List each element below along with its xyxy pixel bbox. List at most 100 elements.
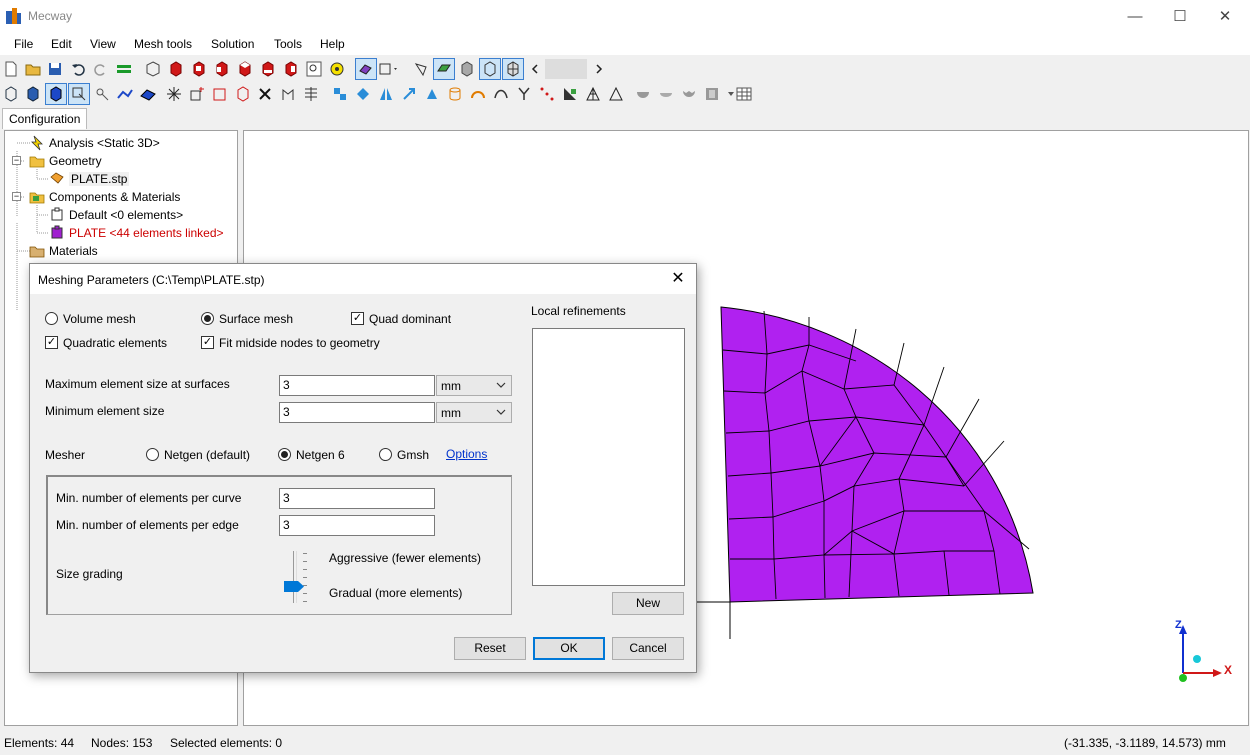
volume-mesh-radio[interactable] [45, 312, 58, 325]
reset-button[interactable]: Reset [454, 637, 526, 660]
tree-item-materials[interactable]: Materials [29, 242, 98, 260]
rotate-view-icon[interactable] [410, 58, 432, 80]
triangle-icon[interactable] [605, 83, 627, 105]
redo-icon[interactable] [90, 58, 112, 80]
menu-solution[interactable]: Solution [211, 37, 254, 51]
refine-icon[interactable] [300, 83, 322, 105]
toolbar-scroll-thumb[interactable] [545, 59, 587, 79]
ok-button[interactable]: OK [533, 637, 605, 660]
surface-mesh-label[interactable]: Surface mesh [219, 312, 293, 326]
menu-edit[interactable]: Edit [51, 37, 72, 51]
mesh-cube-icon[interactable] [502, 58, 524, 80]
tree-item-components[interactable]: Components & Materials [29, 188, 180, 206]
split-icon[interactable] [277, 83, 299, 105]
min-size-unit-select[interactable]: mm [436, 402, 512, 423]
zoom-fit-icon[interactable] [326, 58, 348, 80]
menu-file[interactable]: File [14, 37, 33, 51]
quadratic-elements-checkbox[interactable]: ✓ [45, 336, 58, 349]
branch-icon[interactable] [513, 83, 535, 105]
mesher-netgen6-radio[interactable] [278, 448, 291, 461]
red-cube-top-icon[interactable] [234, 58, 256, 80]
fit-midside-label[interactable]: Fit midside nodes to geometry [219, 336, 380, 350]
equals-icon[interactable] [113, 58, 135, 80]
mesher-netgen-radio[interactable] [146, 448, 159, 461]
size-grading-track[interactable] [293, 551, 297, 603]
volume-mesh-label[interactable]: Volume mesh [63, 312, 136, 326]
red-cube-bottom-icon[interactable] [257, 58, 279, 80]
delete-icon[interactable] [254, 83, 276, 105]
min-per-curve-input[interactable]: 3 [279, 488, 435, 509]
menu-mesh-tools[interactable]: Mesh tools [134, 37, 192, 51]
curve-icon[interactable] [490, 83, 512, 105]
select-path-icon[interactable] [114, 83, 136, 105]
pick-point-icon[interactable] [91, 83, 113, 105]
slice-icon[interactable] [559, 83, 581, 105]
shell-icon[interactable] [678, 83, 700, 105]
tree-item-plate-file[interactable]: PLATE.stp [49, 170, 130, 188]
new-cube-element-icon[interactable] [232, 83, 254, 105]
max-size-input[interactable]: 3 [279, 375, 435, 396]
select-chain-icon[interactable] [137, 83, 159, 105]
min-per-edge-input[interactable]: 3 [279, 515, 435, 536]
new-refinement-button[interactable]: New [612, 592, 684, 615]
options-link[interactable]: Options [446, 447, 487, 461]
mesher-netgen6-label[interactable]: Netgen 6 [296, 448, 345, 462]
max-size-unit-select[interactable]: mm [436, 375, 512, 396]
select-mode-icon[interactable] [355, 58, 377, 80]
shaded-surface-icon[interactable] [433, 58, 455, 80]
mirror-icon[interactable] [375, 83, 397, 105]
new-element-icon[interactable] [209, 83, 231, 105]
move-icon[interactable] [398, 83, 420, 105]
menu-view[interactable]: View [90, 37, 116, 51]
triangle-mesh-icon[interactable] [582, 83, 604, 105]
select-node-icon[interactable] [68, 83, 90, 105]
fit-midside-checkbox[interactable]: ✓ [201, 336, 214, 349]
tree-item-plate-component[interactable]: PLATE <44 elements linked> [49, 224, 224, 242]
tree-item-analysis[interactable]: Analysis <Static 3D> [29, 134, 160, 152]
table-icon[interactable] [733, 83, 755, 105]
collapse-geometry-toggle[interactable]: − [12, 156, 21, 165]
menu-tools[interactable]: Tools [274, 37, 302, 51]
scale-icon[interactable] [421, 83, 443, 105]
new-node-icon[interactable] [186, 83, 208, 105]
mesher-gmsh-radio[interactable] [379, 448, 392, 461]
arc-icon[interactable] [467, 83, 489, 105]
dialog-close-icon[interactable]: ✕ [666, 268, 690, 290]
explode-icon[interactable] [163, 83, 185, 105]
dish-icon[interactable] [655, 83, 677, 105]
cylinder-icon[interactable] [444, 83, 466, 105]
new-file-icon[interactable] [0, 58, 22, 80]
tab-configuration[interactable]: Configuration [2, 108, 88, 129]
zoom-box-icon[interactable] [303, 58, 325, 80]
select-element-icon[interactable] [45, 83, 67, 105]
minimize-button[interactable]: — [1112, 4, 1158, 30]
menu-help[interactable]: Help [320, 37, 345, 51]
collapse-components-toggle[interactable]: − [12, 192, 21, 201]
undo-icon[interactable] [67, 58, 89, 80]
scroll-right-icon[interactable] [588, 58, 610, 80]
maximize-button[interactable]: ☐ [1157, 4, 1203, 30]
min-size-input[interactable]: 3 [279, 402, 435, 423]
scroll-left-icon[interactable] [524, 58, 546, 80]
shaded-cube-icon[interactable] [456, 58, 478, 80]
cancel-button[interactable]: Cancel [612, 637, 684, 660]
view-dropdown-icon[interactable] [378, 58, 400, 80]
local-refinements-list[interactable] [532, 328, 685, 586]
red-cube-icon[interactable] [165, 58, 187, 80]
save-icon[interactable] [44, 58, 66, 80]
quadratic-elements-label[interactable]: Quadratic elements [63, 336, 167, 350]
revolve-icon[interactable] [352, 83, 374, 105]
select-cube-icon[interactable] [0, 83, 22, 105]
transparent-cube-icon[interactable] [479, 58, 501, 80]
quad-dominant-label[interactable]: Quad dominant [369, 312, 451, 326]
nodes-icon[interactable] [536, 83, 558, 105]
tree-item-default[interactable]: Default <0 elements> [49, 206, 183, 224]
select-face-icon[interactable] [22, 83, 44, 105]
bowl-icon[interactable] [632, 83, 654, 105]
surface-mesh-radio[interactable] [201, 312, 214, 325]
plate-mesh[interactable] [720, 306, 1034, 603]
extrude-icon[interactable] [329, 83, 351, 105]
tree-item-geometry[interactable]: Geometry [29, 152, 102, 170]
red-cube-back-icon[interactable] [280, 58, 302, 80]
mesher-gmsh-label[interactable]: Gmsh [397, 448, 429, 462]
